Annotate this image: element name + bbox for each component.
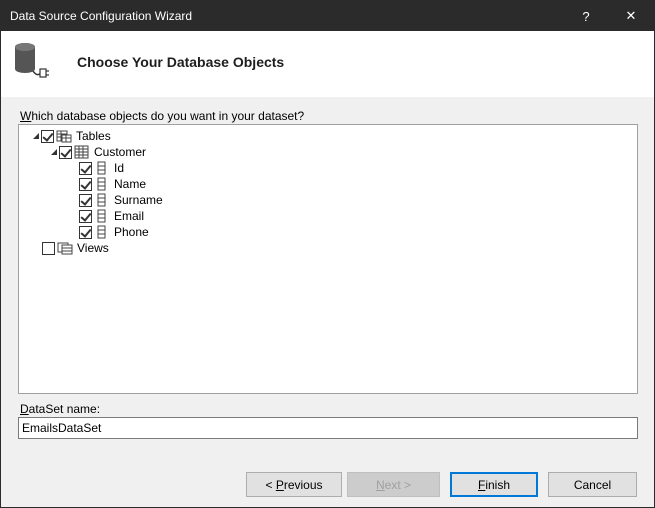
tree-node-customer[interactable]: Customer <box>49 144 146 160</box>
close-button[interactable]: ✕ <box>608 1 654 31</box>
checkbox-views[interactable] <box>42 241 55 255</box>
tree-label-customer: Customer <box>94 145 147 159</box>
tree-node-column[interactable]: Name <box>79 176 146 192</box>
tree-node-column[interactable]: Email <box>79 208 144 224</box>
tables-folder-icon <box>56 129 72 143</box>
wizard-header: Choose Your Database Objects <box>1 31 654 97</box>
previous-label: revious <box>283 477 323 492</box>
checkbox-column[interactable] <box>79 209 92 223</box>
tree-node-column[interactable]: Surname <box>79 192 163 208</box>
next-button[interactable]: Next > <box>347 472 440 497</box>
views-icon <box>57 241 73 255</box>
finish-accel: F <box>477 477 486 492</box>
database-plug-icon <box>15 43 49 78</box>
finish-button[interactable]: Finish <box>450 472 538 497</box>
cancel-label: Cancel <box>573 477 612 492</box>
column-icon <box>94 177 110 191</box>
tree-label-column: Id <box>114 161 125 175</box>
title-bar: Data Source Configuration Wizard ? ✕ <box>1 1 654 31</box>
help-button[interactable]: ? <box>563 1 609 31</box>
tree-label-tables: Tables <box>76 129 111 143</box>
checkbox-column[interactable] <box>79 225 92 239</box>
expand-toggle-tables[interactable] <box>31 131 41 141</box>
previous-prefix: < <box>265 477 276 492</box>
previous-button[interactable]: < Previous <box>246 472 342 497</box>
tree-label-column: Email <box>114 209 145 223</box>
dataset-label-accel: D <box>20 402 29 416</box>
column-icon <box>94 161 110 175</box>
tree-node-tables[interactable]: Tables <box>31 128 111 144</box>
table-icon <box>74 145 90 159</box>
prompt-text: hich database objects do you want in you… <box>31 109 305 123</box>
column-icon <box>94 209 110 223</box>
page-heading: Choose Your Database Objects <box>77 54 285 70</box>
database-objects-tree[interactable]: Tables Customer Id Name Surname Email Ph… <box>18 124 638 394</box>
help-icon: ? <box>582 8 590 24</box>
next-label: ext > <box>384 477 412 492</box>
tree-label-column: Phone <box>114 225 149 239</box>
prompt-accel: W <box>20 109 32 123</box>
checkbox-column[interactable] <box>79 193 92 207</box>
wizard-window: Data Source Configuration Wizard ? ✕ Cho… <box>0 0 655 508</box>
expand-toggle-customer[interactable] <box>49 147 59 157</box>
next-accel: N <box>375 477 385 492</box>
checkbox-column[interactable] <box>79 161 92 175</box>
tree-label-views: Views <box>77 241 109 255</box>
cancel-button[interactable]: Cancel <box>548 472 637 497</box>
dataset-name-input[interactable] <box>18 417 638 439</box>
close-icon: ✕ <box>625 8 637 23</box>
finish-label: inish <box>485 477 511 492</box>
tree-node-column[interactable]: Phone <box>79 224 149 240</box>
objects-prompt-label: Which database objects do you want in yo… <box>20 109 304 123</box>
collapse-arrow-icon <box>51 149 57 155</box>
window-title: Data Source Configuration Wizard <box>10 9 193 23</box>
tree-node-views[interactable]: Views <box>42 240 109 256</box>
column-icon <box>94 193 110 207</box>
dataset-label-text: ataSet name: <box>28 402 101 416</box>
checkbox-tables[interactable] <box>41 129 54 143</box>
checkbox-customer[interactable] <box>59 145 72 159</box>
previous-accel: P <box>275 477 284 492</box>
dataset-name-label: DataSet name: <box>20 402 100 416</box>
column-icon <box>94 225 110 239</box>
tree-node-column[interactable]: Id <box>79 160 124 176</box>
collapse-arrow-icon <box>33 133 39 139</box>
tree-label-column: Name <box>114 177 147 191</box>
checkbox-column[interactable] <box>79 177 92 191</box>
tree-label-column: Surname <box>114 193 163 207</box>
